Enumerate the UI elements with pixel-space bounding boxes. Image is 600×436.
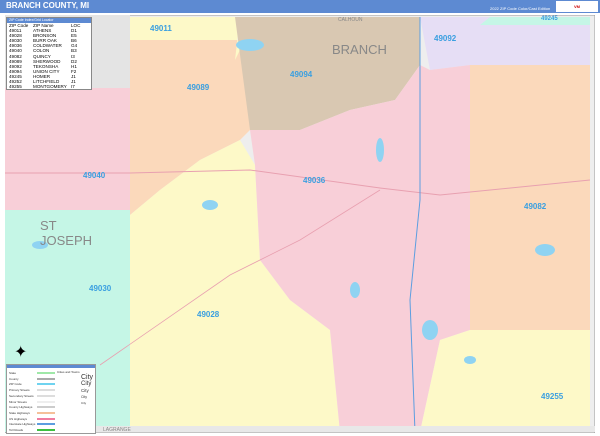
map-title: BRANCH COUNTY, MI	[6, 1, 90, 10]
city-size: City	[81, 381, 92, 387]
zip-area-49245	[480, 17, 590, 25]
legend-swatch	[37, 394, 55, 397]
city-size: City	[81, 388, 89, 393]
zip-label: 49255	[541, 392, 564, 401]
legend-item: County	[9, 376, 19, 381]
zip-label: 49089	[187, 83, 210, 92]
legend-swatch	[37, 372, 55, 374]
city-size: City	[81, 401, 87, 405]
zip-label: 49030	[89, 284, 112, 293]
header-bar: BRANCH COUNTY, MI 2022 ZIP Code Color/Ca…	[0, 0, 600, 13]
zip-area-49255	[420, 330, 590, 432]
zip-label: 49028	[197, 310, 220, 319]
legend-swatch	[37, 411, 55, 414]
city-size: City	[81, 395, 88, 399]
zip-locator-table: ZIP Code Index/Grid Locator ZIP Code ZIP …	[6, 17, 92, 90]
legend-swatch	[37, 377, 55, 380]
zip-area-49082	[470, 65, 590, 330]
table-cell: I7	[71, 84, 75, 90]
legend-item: Primary Streets	[9, 388, 30, 393]
zip-label: 49011	[150, 24, 172, 33]
county-label: LAGRANGE	[103, 427, 131, 433]
legend-item: US Highways	[9, 416, 28, 421]
legend-item: Secondary Streets	[9, 393, 34, 398]
zip-label: 49082	[524, 202, 547, 211]
zip-area-49040	[5, 88, 130, 210]
map-legend: State County ZIP Code Primary Streets Second…	[6, 364, 96, 434]
city-size: City	[81, 374, 94, 381]
legend-item: Interstate Highways	[9, 422, 36, 427]
legend-header	[7, 365, 95, 368]
table-cell: 49255	[9, 84, 22, 90]
legend-swatch	[37, 423, 55, 426]
zip-label: 49094	[290, 70, 313, 79]
table-row: 49255 MONTGOMERY I7	[7, 84, 91, 89]
county-label: CALHOUN	[338, 17, 363, 23]
county-label: ST JOSEPH	[40, 218, 93, 248]
legend-item: ZIP Code	[9, 382, 22, 387]
legend-item: Minor Streets	[9, 399, 27, 404]
legend-swatch	[37, 429, 55, 431]
county-label: BRANCH	[332, 42, 387, 57]
compass-rose-icon: ✦	[14, 344, 28, 361]
legend-item: State Highways	[9, 410, 30, 415]
table-cell: MONTGOMERY	[33, 84, 67, 90]
legend-swatch	[37, 417, 55, 420]
legend-swatch	[37, 406, 55, 409]
edition-label: 2022 ZIP Code Color/Cast Edition	[490, 6, 551, 11]
legend-swatch	[37, 400, 55, 403]
zip-label: 49036	[303, 176, 326, 185]
zip-label: 49040	[83, 171, 106, 180]
logo: VM	[556, 1, 598, 12]
legend-swatch	[37, 389, 55, 392]
legend-item: County Highways	[9, 405, 33, 410]
zip-label: 49245	[541, 16, 558, 22]
legend-item: State	[9, 371, 17, 375]
zip-label: 49092	[434, 34, 457, 43]
legend-swatch	[37, 383, 55, 386]
legend-item: Toll Roads	[9, 428, 24, 432]
south-county-strip	[90, 426, 595, 432]
city-caption: Cities and Towns	[57, 370, 80, 374]
